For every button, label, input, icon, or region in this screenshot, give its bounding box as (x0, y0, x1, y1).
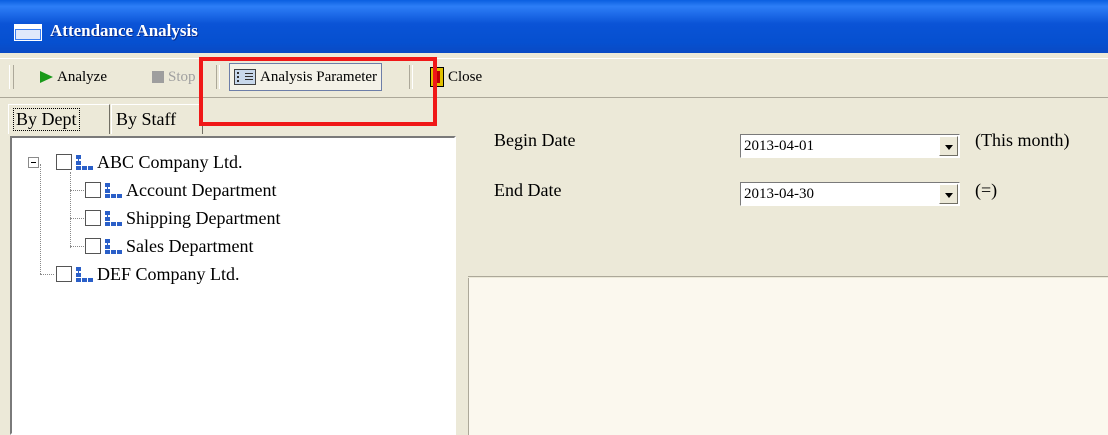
org-chart-icon (104, 210, 122, 226)
stop-label: Stop (168, 68, 196, 85)
analyze-button[interactable]: Analyze (40, 63, 107, 91)
tree-line (70, 218, 84, 219)
tree-node[interactable]: DEF Company Ltd. (56, 261, 240, 287)
begin-date-label: Begin Date (494, 130, 576, 150)
tree-line (40, 164, 41, 274)
stop-button[interactable]: Stop (152, 63, 196, 91)
tree-node[interactable]: Shipping Department (85, 205, 280, 231)
begin-date-select[interactable]: 2013-04-01 (740, 134, 960, 158)
play-icon (40, 71, 53, 83)
org-chart-icon (104, 238, 122, 254)
tab-by-staff-label: By Staff (116, 109, 177, 129)
node-checkbox[interactable] (56, 154, 72, 170)
node-checkbox[interactable] (85, 210, 101, 226)
toolbar-grip[interactable] (9, 65, 14, 89)
window-icon (14, 24, 42, 41)
tree-line (70, 246, 84, 247)
node-label: DEF Company Ltd. (97, 263, 240, 284)
panel-splitter[interactable] (458, 102, 466, 435)
node-checkbox[interactable] (85, 238, 101, 254)
chevron-down-icon[interactable] (939, 184, 958, 204)
tree-node[interactable]: Sales Department (85, 233, 253, 259)
begin-date-hint: (This month) (975, 130, 1070, 150)
node-label: Account Department (126, 179, 277, 200)
toolbar: Analyze Stop Analysis Parameter Close (0, 58, 1108, 98)
window-title: Attendance Analysis (50, 21, 198, 40)
begin-date-value: 2013-04-01 (744, 138, 814, 154)
tab-by-dept[interactable]: By Dept (8, 104, 110, 134)
highlight-box (199, 57, 437, 126)
end-date-hint: (=) (975, 180, 998, 200)
tree-line (40, 274, 54, 275)
tab-by-dept-label: By Dept (13, 108, 80, 131)
end-date-select[interactable]: 2013-04-30 (740, 182, 960, 206)
tree-line (70, 190, 84, 191)
tree-node[interactable]: ABC Company Ltd. (56, 149, 243, 175)
tree-line (70, 172, 71, 248)
department-tree[interactable]: ABC Company Ltd. Account Department Ship… (10, 136, 456, 435)
end-date-label: End Date (494, 180, 562, 200)
parameters-panel: Begin Date 2013-04-01 (This month) End D… (468, 102, 1108, 277)
org-chart-icon (104, 182, 122, 198)
close-label: Close (448, 68, 483, 85)
node-label: Sales Department (126, 235, 254, 256)
analyze-label: Analyze (57, 68, 107, 85)
org-chart-icon (75, 154, 93, 170)
node-checkbox[interactable] (85, 182, 101, 198)
close-button[interactable]: Close (430, 63, 482, 91)
chevron-down-icon[interactable] (939, 136, 958, 156)
end-date-value: 2013-04-30 (744, 186, 814, 202)
title-bar: Attendance Analysis (0, 0, 1108, 53)
node-label: ABC Company Ltd. (97, 151, 243, 172)
stop-icon (152, 71, 164, 83)
tab-by-staff[interactable]: By Staff (111, 104, 203, 134)
node-label: Shipping Department (126, 207, 281, 228)
org-chart-icon (75, 266, 93, 282)
result-area (468, 278, 1108, 435)
tree-node[interactable]: Account Department (85, 177, 276, 203)
node-checkbox[interactable] (56, 266, 72, 282)
collapse-toggle[interactable] (28, 157, 39, 168)
